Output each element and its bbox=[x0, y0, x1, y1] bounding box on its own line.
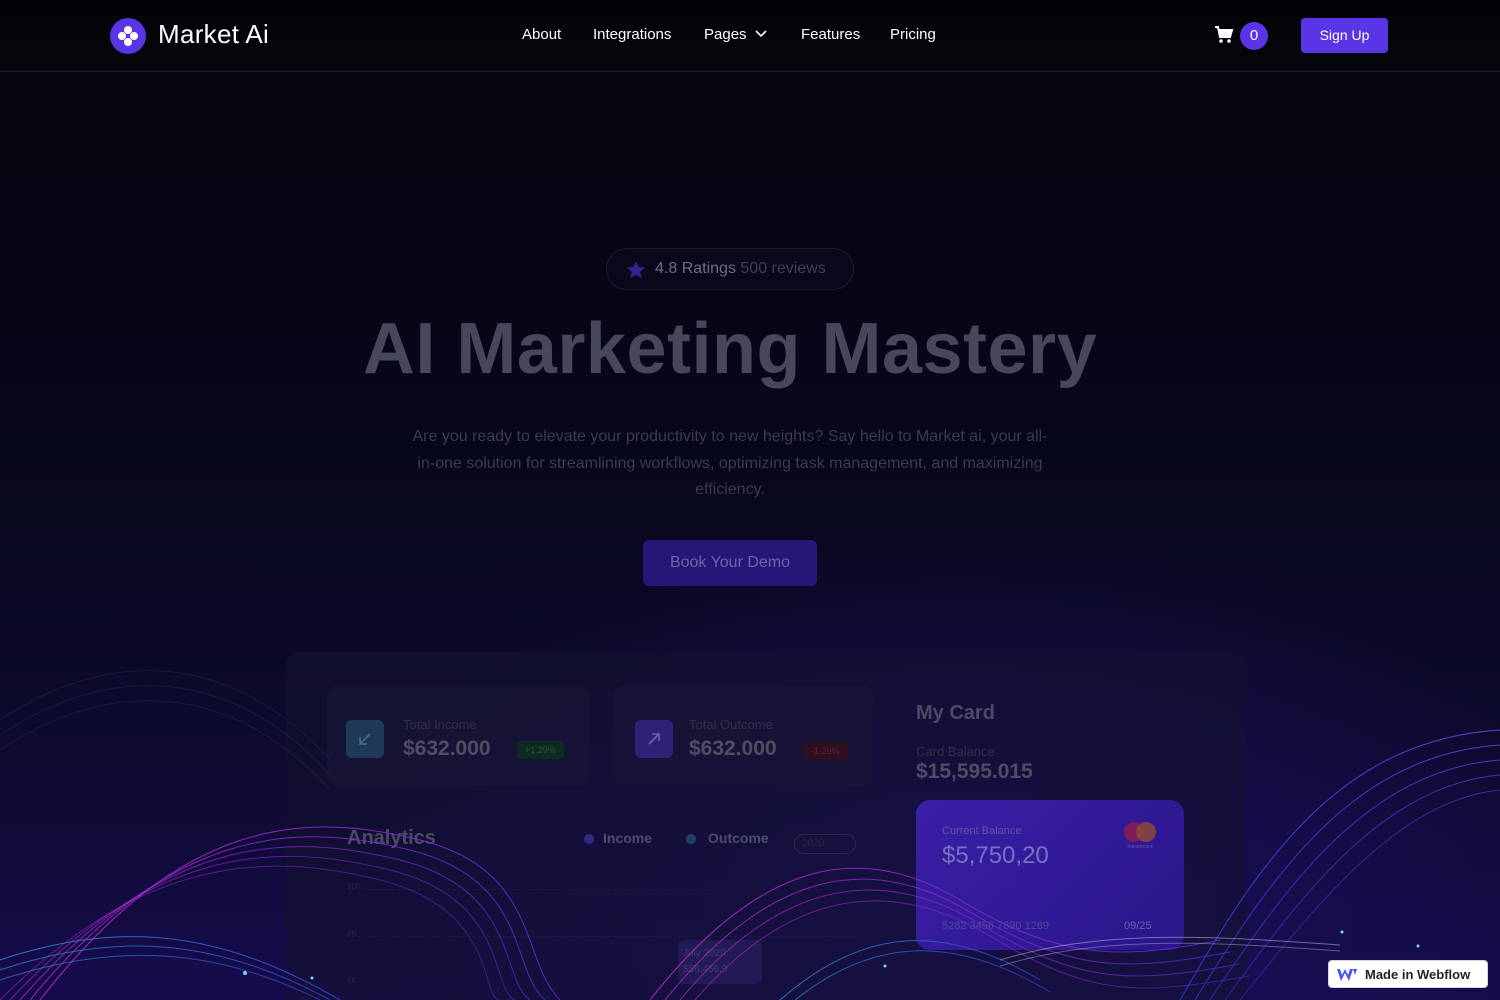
made-in-webflow-badge[interactable]: Made in Webflow bbox=[1328, 960, 1488, 988]
nav-link-pages[interactable]: Pages bbox=[704, 26, 747, 43]
nav-link-integrations[interactable]: Integrations bbox=[593, 26, 671, 43]
cart-count-badge[interactable]: 0 bbox=[1240, 22, 1268, 50]
star-icon bbox=[626, 260, 646, 279]
chevron-down-icon[interactable] bbox=[755, 29, 767, 39]
rating-text: 4.8 Ratings 500 reviews bbox=[655, 260, 826, 278]
decorative-waves bbox=[0, 670, 1500, 1000]
rating-reviews: 500 reviews bbox=[740, 260, 826, 277]
rating-badge: 4.8 Ratings 500 reviews bbox=[606, 248, 854, 290]
hero-title: AI Marketing Mastery bbox=[362, 309, 1098, 389]
cart-icon[interactable] bbox=[1214, 25, 1234, 45]
brand-name[interactable]: Market Ai bbox=[158, 19, 269, 50]
top-navigation: Market Ai About Integrations Pages Featu… bbox=[0, 0, 1500, 72]
webflow-icon bbox=[1337, 969, 1357, 981]
made-in-webflow-text: Made in Webflow bbox=[1365, 967, 1471, 982]
logo-icon[interactable] bbox=[110, 18, 146, 54]
nav-link-pricing[interactable]: Pricing bbox=[890, 26, 936, 43]
book-demo-button[interactable]: Book Your Demo bbox=[643, 540, 817, 586]
nav-link-about[interactable]: About bbox=[522, 26, 561, 43]
rating-score: 4.8 Ratings bbox=[655, 260, 736, 277]
sign-up-button[interactable]: Sign Up bbox=[1301, 18, 1388, 53]
nav-link-features[interactable]: Features bbox=[801, 26, 860, 43]
hero-description: Are you ready to elevate your productivi… bbox=[412, 428, 1048, 498]
